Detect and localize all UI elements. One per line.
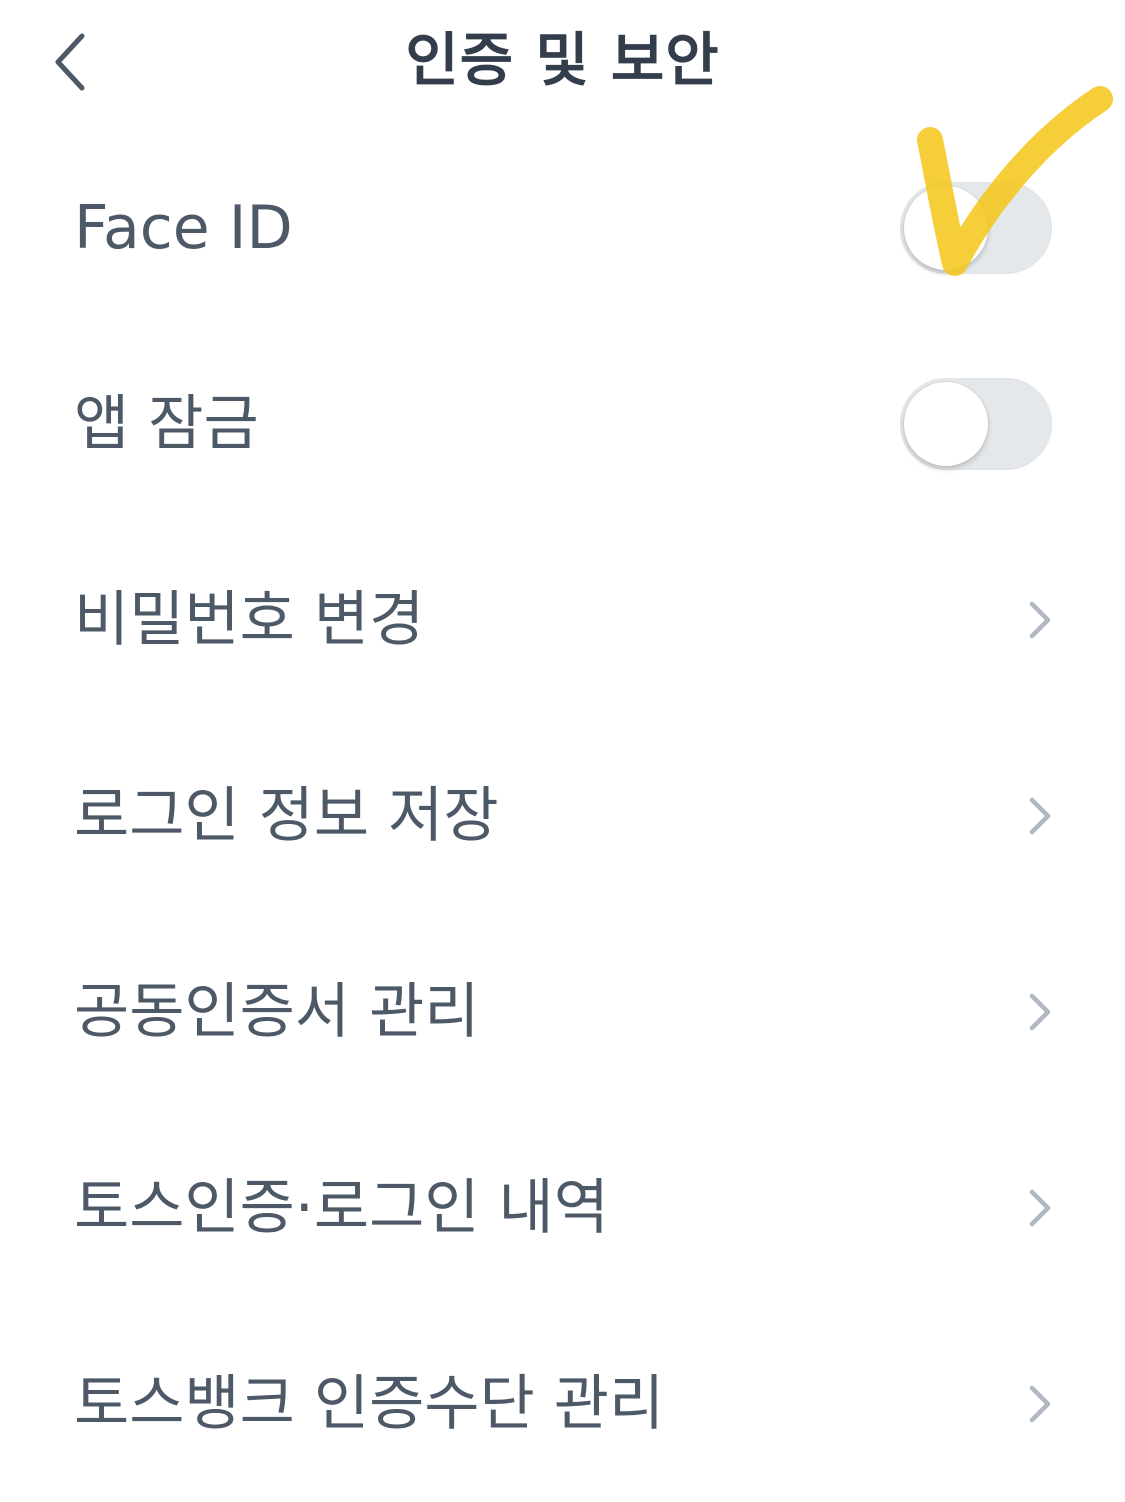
toggle-knob	[904, 186, 988, 270]
face-id-row: Face ID	[0, 130, 1125, 326]
menu-item-save-login-info[interactable]: 로그인 정보 저장	[0, 718, 1125, 914]
chevron-right-icon	[1020, 596, 1060, 644]
menu-item-change-password[interactable]: 비밀번호 변경	[0, 522, 1125, 718]
menu-item-tossbank-auth-management[interactable]: 토스뱅크 인증수단 관리	[0, 1306, 1125, 1502]
menu-item-label: 토스뱅크 인증수단 관리	[74, 1369, 665, 1439]
settings-list: Face ID 앱 잠금 비밀번호 변경 로그인 정보 저장 공동인증서 관리 …	[0, 130, 1125, 1502]
face-id-label: Face ID	[74, 193, 293, 263]
chevron-right-icon	[1020, 1380, 1060, 1428]
chevron-right-icon	[1020, 1184, 1060, 1232]
app-lock-row: 앱 잠금	[0, 326, 1125, 522]
toggle-knob	[904, 382, 988, 466]
menu-item-label: 비밀번호 변경	[74, 585, 425, 655]
app-lock-label: 앱 잠금	[74, 389, 259, 459]
app-lock-toggle[interactable]	[900, 378, 1052, 470]
menu-item-label: 공동인증서 관리	[74, 977, 480, 1047]
menu-item-toss-auth-login-history[interactable]: 토스인증·로그인 내역	[0, 1110, 1125, 1306]
page-title: 인증 및 보안	[405, 26, 720, 94]
menu-item-label: 로그인 정보 저장	[74, 781, 499, 851]
menu-item-label: 토스인증·로그인 내역	[74, 1173, 609, 1243]
menu-item-certificate-management[interactable]: 공동인증서 관리	[0, 914, 1125, 1110]
face-id-toggle[interactable]	[900, 182, 1052, 274]
chevron-right-icon	[1020, 988, 1060, 1036]
header: 인증 및 보안	[0, 0, 1125, 120]
chevron-right-icon	[1020, 792, 1060, 840]
